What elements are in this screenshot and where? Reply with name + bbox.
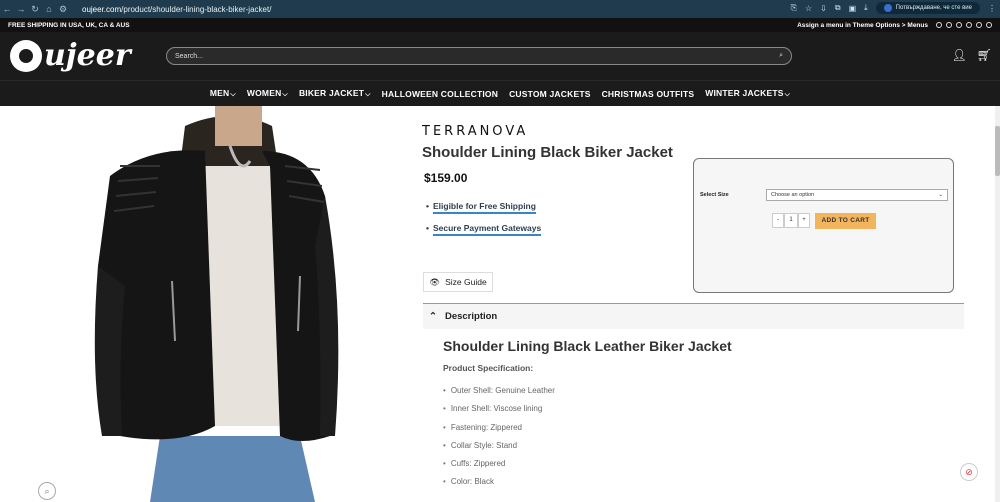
size-guide-button[interactable]: 👁︎ Size Guide	[423, 272, 493, 292]
qty-plus-button[interactable]: +	[798, 213, 810, 228]
nav-item-women[interactable]: WOMEN⌵	[247, 88, 288, 99]
chevron-up-icon: ⌃	[429, 311, 437, 322]
secure-payment-badge: Secure Payment Gateways	[432, 223, 542, 236]
download-icon[interactable]: ⇩	[820, 4, 827, 13]
scrollbar-thumb[interactable]	[995, 126, 1000, 176]
size-select-value: Choose an option	[771, 192, 815, 198]
reload-icon[interactable]: ↻	[28, 4, 42, 15]
home-icon[interactable]: ⌂	[42, 4, 56, 14]
product-price: $159.00	[424, 171, 468, 185]
nav-item-label: CUSTOM JACKETS	[509, 88, 591, 99]
size-select[interactable]: Choose an option ⌄	[766, 189, 948, 201]
downloads-icon[interactable]: ⤓	[864, 3, 868, 13]
account-icon[interactable]: 👤︎	[952, 48, 967, 62]
menu-note: Assign a menu in Theme Options > Menus	[797, 21, 928, 29]
nav-item-men[interactable]: MEN⌵	[210, 88, 236, 99]
main-navigation: MEN⌵ WOMEN⌵ BIKER JACKET⌵ HALLOWEEN COLLECT…	[0, 80, 1000, 106]
search-placeholder: Search...	[175, 52, 204, 60]
chevron-down-icon: ⌵	[230, 91, 236, 98]
list-item: Outer Shell: Genuine Leather	[443, 386, 555, 404]
site-info-icon[interactable]: ⚙	[56, 4, 70, 15]
twitter-icon[interactable]	[956, 22, 962, 28]
list-item: Fastening: Zippered	[443, 423, 555, 441]
jacket-photo	[0, 106, 410, 502]
nav-item-label: WINTER JACKETS	[705, 88, 784, 98]
nav-item-label: CHRISTMAS OUTFITS	[601, 88, 695, 99]
product-image[interactable]: ⌕	[0, 106, 410, 502]
header-icons: 👤︎ 🛒︎	[952, 48, 992, 62]
avatar	[883, 4, 892, 12]
top-announcement-bar: FREE SHIPPING IN USA, UK, CA & AUS Assig…	[0, 18, 1000, 32]
nav-item-label: HALLOWEEN COLLECTION	[381, 88, 499, 99]
linkedin-icon[interactable]	[986, 22, 992, 28]
menu-icon[interactable]: ⋮	[988, 4, 996, 13]
product-title: Shoulder Lining Black Biker Jacket	[422, 144, 673, 161]
spec-list: Outer Shell: Genuine Leather Inner Shell…	[443, 386, 555, 496]
logo-text: ujeer	[44, 38, 131, 73]
chevron-down-icon: ⌵	[282, 91, 288, 98]
address-bar[interactable]: oujeer.com/product/shoulder-lining-black…	[82, 5, 271, 14]
list-item: Inner Shell: Viscose lining	[443, 404, 555, 422]
pinterest-icon[interactable]	[976, 22, 982, 28]
browser-toolbar: ← → ↻ ⌂ ⚙ oujeer.com/product/shoulder-li…	[0, 0, 1000, 18]
tab-description[interactable]: ⌃ Description	[423, 303, 964, 329]
email-icon[interactable]	[966, 22, 972, 28]
translate-icon[interactable]: ⎘	[791, 3, 797, 13]
search-input[interactable]: Search... ⌕	[166, 47, 792, 65]
topbar-right: Assign a menu in Theme Options > Menus	[797, 22, 992, 29]
chevron-down-icon: ⌵	[784, 91, 791, 98]
screenshot-icon[interactable]: ▣	[849, 4, 857, 13]
nav-item-winter-jackets[interactable]: WINTER JACKETS⌵	[705, 88, 790, 99]
profile-button[interactable]: Потвърждаване, че сте вие	[875, 2, 980, 14]
list-item: Secure Payment Gateways	[426, 223, 542, 236]
nav-item-christmas-outfits[interactable]: CHRISTMAS OUTFITS	[602, 89, 695, 99]
bookmark-star-icon[interactable]: ☆	[805, 4, 812, 13]
size-label: Select Size	[700, 192, 729, 198]
free-shipping-badge: Eligible for Free Shipping	[432, 201, 536, 214]
list-item: Eligible for Free Shipping	[426, 201, 541, 214]
product-page: ⌕ TERRANOVA Shoulder Lining Black Biker …	[0, 106, 1000, 502]
product-badges: Eligible for Free Shipping Secure Paymen…	[426, 201, 542, 245]
site-logo[interactable]: ujeer	[10, 38, 131, 73]
scrollbar[interactable]	[995, 106, 1000, 502]
description-heading: Shoulder Lining Black Leather Biker Jack…	[443, 338, 732, 354]
brand-name: TERRANOVA	[422, 124, 529, 139]
cart-icon[interactable]: 🛒︎	[977, 48, 992, 62]
list-item: Color: Black	[443, 477, 555, 495]
nav-item-biker-jacket[interactable]: BIKER JACKET⌵	[299, 88, 371, 99]
eye-icon: 👁︎	[429, 276, 441, 287]
nav-item-label: MEN	[209, 88, 230, 98]
size-guide-label: Size Guide	[445, 277, 487, 287]
logo-eye-icon	[10, 39, 42, 72]
qty-input[interactable]: 1	[784, 213, 798, 228]
chevron-down-icon: ⌄	[938, 192, 943, 198]
social-icons	[936, 22, 992, 28]
list-item: Cuffs: Zippered	[443, 459, 555, 477]
list-item: Collar Style: Stand	[443, 441, 555, 459]
nav-item-halloween-collection[interactable]: HALLOWEEN COLLECTION	[382, 89, 498, 99]
browser-actions: ⎘ ☆ ⇩ ⧉ ▣ ⤓ Потвърждаване, че сте вие ⋮	[791, 2, 996, 14]
zoom-icon[interactable]: ⌕	[38, 482, 56, 500]
search-icon[interactable]: ⌕	[779, 52, 783, 60]
instagram-icon[interactable]	[946, 22, 952, 28]
back-icon[interactable]: ←	[0, 4, 14, 14]
nav-item-custom-jackets[interactable]: CUSTOM JACKETS	[509, 89, 591, 99]
pdf-icon[interactable]: ⊘	[960, 463, 978, 481]
site-header: ujeer Search... ⌕ 👤︎ 🛒︎	[0, 32, 1000, 80]
spec-heading: Product Specification:	[443, 363, 534, 373]
shipping-notice: FREE SHIPPING IN USA, UK, CA & AUS	[8, 21, 130, 29]
nav-item-label: WOMEN	[246, 88, 282, 98]
nav-item-label: BIKER JACKET	[298, 88, 365, 98]
facebook-icon[interactable]	[936, 22, 942, 28]
chevron-down-icon: ⌵	[365, 91, 371, 98]
qty-minus-button[interactable]: -	[772, 213, 784, 228]
add-to-cart-form: Select Size Choose an option ⌄ - 1 + ADD…	[693, 158, 954, 293]
forward-icon[interactable]: →	[14, 4, 28, 14]
add-to-cart-button[interactable]: ADD TO CART	[815, 213, 876, 229]
quantity-stepper: - 1 +	[772, 213, 810, 228]
extensions-icon[interactable]: ⧉	[835, 3, 841, 13]
tab-label: Description	[444, 311, 498, 322]
